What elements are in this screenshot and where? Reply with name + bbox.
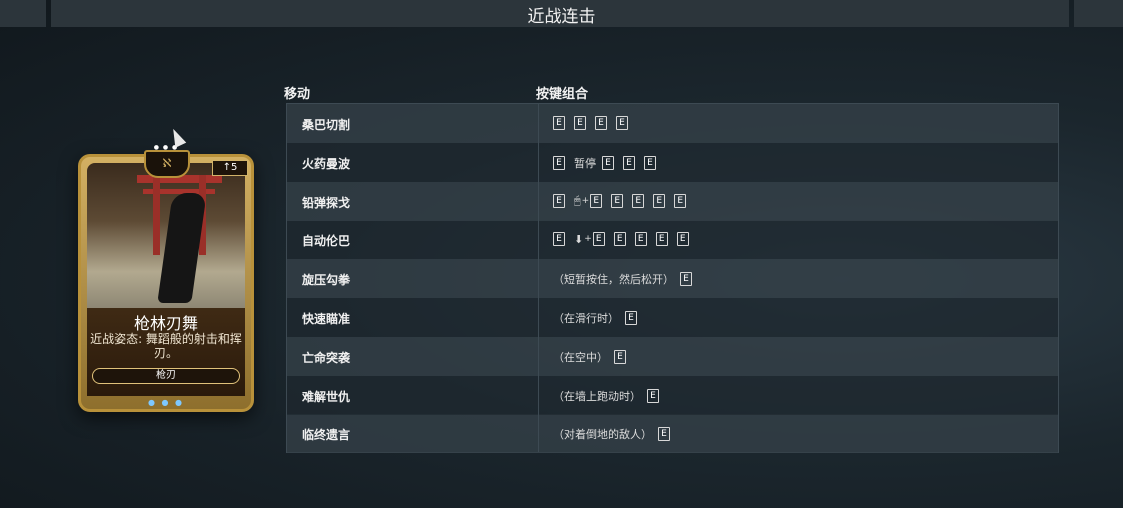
key-e-icon: E xyxy=(553,155,565,170)
column-divider xyxy=(538,104,539,452)
polarity-icon: ℵ xyxy=(144,150,190,178)
key-e-icon: E xyxy=(590,193,603,208)
key-e-icon: E xyxy=(623,155,635,170)
down-arrow-icon: ⬇ xyxy=(574,232,584,246)
drain-badge: ↑5 xyxy=(212,160,248,176)
move-name: 旋压勾拳 xyxy=(302,273,351,288)
key-e-icon: E xyxy=(592,232,605,247)
key-e-icon: E xyxy=(632,193,645,208)
key-combo: （对着倒地的敌人） E xyxy=(553,426,679,442)
key-combo: E 🖱 + E E E E E xyxy=(553,193,695,208)
plus-sign: + xyxy=(581,195,590,206)
header-move: 移动 xyxy=(284,87,311,102)
move-name: 桑巴切割 xyxy=(302,118,351,132)
move-name: 快速瞄准 xyxy=(302,312,351,326)
combo-row: 难解世仇 （在墙上跑动时） E xyxy=(287,375,1058,415)
combo-row: 桑巴切割 E E E E xyxy=(287,104,1058,143)
key-e-icon: E xyxy=(613,232,626,247)
mod-card-artwork xyxy=(87,163,245,308)
key-e-icon: E xyxy=(644,155,656,170)
key-e-icon: E xyxy=(625,311,637,325)
key-e-icon: E xyxy=(676,232,689,247)
key-combo: E 暂停 E E E xyxy=(553,155,665,171)
mod-type-label: 枪刃 xyxy=(92,368,240,384)
key-e-icon: E xyxy=(680,272,692,287)
key-e-icon: E xyxy=(647,388,659,403)
move-name: 难解世仇 xyxy=(302,389,351,404)
page-title: 近战连击 xyxy=(527,7,596,27)
key-combo: （在空中） E xyxy=(553,349,635,365)
key-e-icon: E xyxy=(574,116,586,130)
combo-row: 临终遗言 （对着倒地的敌人） E xyxy=(287,414,1058,454)
combo-note: （在墙上跑动时） xyxy=(553,389,641,403)
key-e-icon: E xyxy=(616,116,628,130)
combo-row: 铅弹探戈 E 🖱 + E E E E E xyxy=(287,181,1058,221)
key-combo: EEEE xyxy=(553,116,637,130)
key-combo: （短暂按住，然后松开） E xyxy=(553,271,701,287)
key-e-icon: E xyxy=(553,193,565,208)
move-name: 火药曼波 xyxy=(302,156,351,171)
combo-row: 自动伦巴 E ⬇ + E E E E E xyxy=(287,220,1058,260)
top-bar: 近战连击 xyxy=(0,0,1123,27)
combo-note: （短暂按住，然后松开） xyxy=(553,273,674,287)
mod-card[interactable]: ● ● ● ℵ ↑5 枪林刃舞 近战姿态: 舞蹈般的射击和挥刃。 枪刃 ● ● … xyxy=(78,134,254,414)
combo-note: （在滑行时） xyxy=(553,312,619,325)
key-e-icon: E xyxy=(611,193,624,208)
combo-row: 火药曼波 E 暂停 E E E xyxy=(287,142,1058,182)
move-name: 临终遗言 xyxy=(302,428,351,443)
mod-description: 近战姿态: 舞蹈般的射击和挥刃。 xyxy=(90,332,242,360)
key-e-icon: E xyxy=(674,193,687,208)
key-e-icon: E xyxy=(653,193,666,208)
key-e-icon: E xyxy=(658,427,670,442)
key-combo: （在墙上跑动时） E xyxy=(553,388,668,404)
key-combo: （在滑行时） E xyxy=(553,310,646,326)
key-e-icon: E xyxy=(614,349,626,364)
key-e-icon: E xyxy=(655,232,668,247)
mouse-icon: 🖱 xyxy=(574,193,581,207)
plus-sign: + xyxy=(584,234,592,245)
combo-row: 亡命突袭 （在空中） E xyxy=(287,336,1058,376)
combo-note: （对着倒地的敌人） xyxy=(553,428,652,442)
combo-row: 旋压勾拳 （短暂按住，然后松开） E xyxy=(287,259,1058,299)
key-e-icon: E xyxy=(602,155,614,170)
key-combo: E ⬇ + E E E E E xyxy=(553,232,698,247)
key-e-icon: E xyxy=(553,232,565,247)
combo-table: 临终遗言 （对着倒地的敌人） E 难解世仇 （在墙上跑动时） E 亡命突袭 （在空中） E 快速瞄… xyxy=(286,103,1059,454)
rank-dots: ● ● ● xyxy=(147,398,185,407)
combo-note: 暂停 xyxy=(574,156,596,170)
move-name: 自动伦巴 xyxy=(302,234,351,249)
key-e-icon: E xyxy=(595,116,607,130)
move-name: 亡命突袭 xyxy=(302,350,351,365)
header-combo: 按键组合 xyxy=(536,87,589,102)
key-e-icon: E xyxy=(553,116,565,130)
key-e-icon: E xyxy=(634,232,647,247)
combo-note: （在空中） xyxy=(553,350,608,364)
mod-name: 枪林刃舞 xyxy=(133,314,198,333)
move-name: 铅弹探戈 xyxy=(302,195,351,210)
combo-row: 快速瞄准 （在滑行时） E xyxy=(287,298,1058,337)
